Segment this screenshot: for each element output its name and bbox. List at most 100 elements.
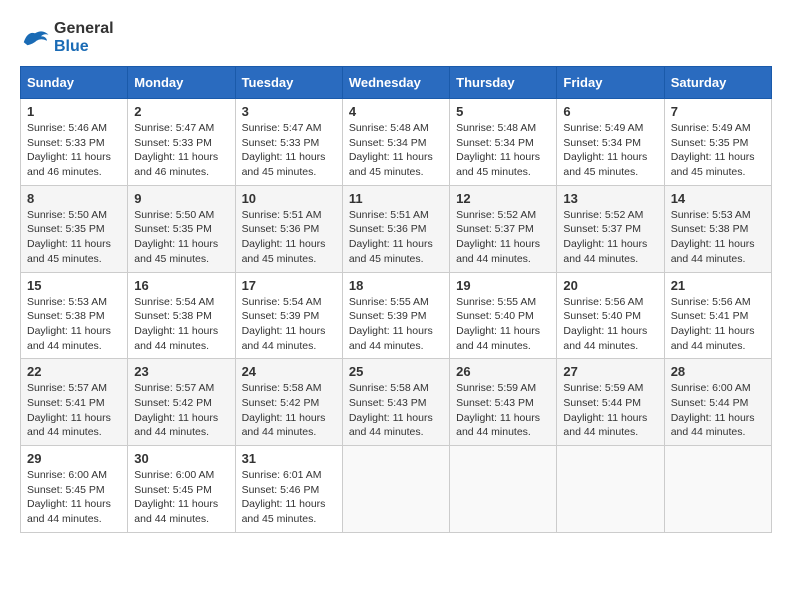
day-info: Sunrise: 5:52 AM Sunset: 5:37 PM Dayligh… — [456, 208, 550, 267]
column-header-wednesday: Wednesday — [342, 67, 449, 99]
calendar-cell: 18Sunrise: 5:55 AM Sunset: 5:39 PM Dayli… — [342, 272, 449, 359]
calendar-cell: 2Sunrise: 5:47 AM Sunset: 5:33 PM Daylig… — [128, 99, 235, 186]
day-number: 7 — [671, 104, 765, 119]
day-number: 20 — [563, 278, 657, 293]
calendar-cell: 3 Sunrise: 5:47 AM Sunset: 5:33 PM Daylig… — [235, 99, 342, 186]
day-number: 29 — [27, 451, 121, 466]
calendar-cell: 31 Sunrise: 6:01 AM Sunset: 5:46 PM Dayli… — [235, 446, 342, 533]
day-number: 13 — [563, 191, 657, 206]
day-info: Sunrise: 5:49 AM Sunset: 5:34 PM Dayligh… — [563, 121, 657, 180]
calendar-week-row: 1 Sunrise: 5:46 AM Sunset: 5:33 PM Daylig… — [21, 99, 772, 186]
logo-text: General Blue — [54, 20, 114, 56]
calendar-cell: 8 Sunrise: 5:50 AM Sunset: 5:35 PM Daylig… — [21, 185, 128, 272]
day-number: 17 — [242, 278, 336, 293]
day-info: Sunrise: 5:53 AM Sunset: 5:38 PM Dayligh… — [27, 295, 121, 354]
day-info: Sunrise: 5:48 AM Sunset: 5:34 PM Dayligh… — [456, 121, 550, 180]
day-number: 18 — [349, 278, 443, 293]
day-info: Sunrise: 5:46 AM Sunset: 5:33 PM Dayligh… — [27, 121, 121, 180]
day-number: 15 — [27, 278, 121, 293]
day-number: 25 — [349, 364, 443, 379]
day-info: Sunrise: 5:54 AM Sunset: 5:38 PM Dayligh… — [134, 295, 228, 354]
calendar-cell: 14 Sunrise: 5:53 AM Sunset: 5:38 PM Dayli… — [664, 185, 771, 272]
calendar-week-row: 29 Sunrise: 6:00 AM Sunset: 5:45 PM Dayli… — [21, 446, 772, 533]
day-info: Sunrise: 5:54 AM Sunset: 5:39 PM Dayligh… — [242, 295, 336, 354]
calendar-cell: 26 Sunrise: 5:59 AM Sunset: 5:43 PM Dayli… — [450, 359, 557, 446]
calendar-cell: 25 Sunrise: 5:58 AM Sunset: 5:43 PM Dayli… — [342, 359, 449, 446]
calendar-cell: 22 Sunrise: 5:57 AM Sunset: 5:41 PM Dayli… — [21, 359, 128, 446]
day-info: Sunrise: 5:57 AM Sunset: 5:41 PM Dayligh… — [27, 381, 121, 440]
day-info: Sunrise: 5:59 AM Sunset: 5:43 PM Dayligh… — [456, 381, 550, 440]
calendar-cell: 9 Sunrise: 5:50 AM Sunset: 5:35 PM Daylig… — [128, 185, 235, 272]
day-number: 22 — [27, 364, 121, 379]
day-number: 24 — [242, 364, 336, 379]
day-info: Sunrise: 6:00 AM Sunset: 5:45 PM Dayligh… — [134, 468, 228, 527]
day-number: 23 — [134, 364, 228, 379]
calendar-cell: 1 Sunrise: 5:46 AM Sunset: 5:33 PM Daylig… — [21, 99, 128, 186]
column-header-sunday: Sunday — [21, 67, 128, 99]
calendar-cell: 28Sunrise: 6:00 AM Sunset: 5:44 PM Dayli… — [664, 359, 771, 446]
calendar-cell: 6 Sunrise: 5:49 AM Sunset: 5:34 PM Daylig… — [557, 99, 664, 186]
calendar-cell — [342, 446, 449, 533]
day-info: Sunrise: 5:51 AM Sunset: 5:36 PM Dayligh… — [349, 208, 443, 267]
day-number: 14 — [671, 191, 765, 206]
day-info: Sunrise: 5:51 AM Sunset: 5:36 PM Dayligh… — [242, 208, 336, 267]
calendar-cell: 24Sunrise: 5:58 AM Sunset: 5:42 PM Dayli… — [235, 359, 342, 446]
day-info: Sunrise: 5:59 AM Sunset: 5:44 PM Dayligh… — [563, 381, 657, 440]
calendar-cell: 15 Sunrise: 5:53 AM Sunset: 5:38 PM Dayli… — [21, 272, 128, 359]
day-number: 1 — [27, 104, 121, 119]
day-info: Sunrise: 5:56 AM Sunset: 5:41 PM Dayligh… — [671, 295, 765, 354]
logo: General Blue — [20, 20, 114, 56]
day-info: Sunrise: 5:58 AM Sunset: 5:43 PM Dayligh… — [349, 381, 443, 440]
column-header-monday: Monday — [128, 67, 235, 99]
day-number: 8 — [27, 191, 121, 206]
day-number: 9 — [134, 191, 228, 206]
day-number: 31 — [242, 451, 336, 466]
day-number: 28 — [671, 364, 765, 379]
day-number: 26 — [456, 364, 550, 379]
day-info: Sunrise: 5:50 AM Sunset: 5:35 PM Dayligh… — [134, 208, 228, 267]
day-info: Sunrise: 6:00 AM Sunset: 5:45 PM Dayligh… — [27, 468, 121, 527]
day-info: Sunrise: 5:50 AM Sunset: 5:35 PM Dayligh… — [27, 208, 121, 267]
column-header-friday: Friday — [557, 67, 664, 99]
day-info: Sunrise: 5:47 AM Sunset: 5:33 PM Dayligh… — [134, 121, 228, 180]
calendar-cell: 27 Sunrise: 5:59 AM Sunset: 5:44 PM Dayli… — [557, 359, 664, 446]
day-number: 6 — [563, 104, 657, 119]
day-info: Sunrise: 5:55 AM Sunset: 5:40 PM Dayligh… — [456, 295, 550, 354]
day-info: Sunrise: 5:52 AM Sunset: 5:37 PM Dayligh… — [563, 208, 657, 267]
day-info: Sunrise: 6:01 AM Sunset: 5:46 PM Dayligh… — [242, 468, 336, 527]
calendar-cell: 12Sunrise: 5:52 AM Sunset: 5:37 PM Dayli… — [450, 185, 557, 272]
day-number: 5 — [456, 104, 550, 119]
column-header-tuesday: Tuesday — [235, 67, 342, 99]
calendar-cell — [450, 446, 557, 533]
calendar-cell: 5 Sunrise: 5:48 AM Sunset: 5:34 PM Daylig… — [450, 99, 557, 186]
day-number: 11 — [349, 191, 443, 206]
page-header: General Blue — [20, 20, 772, 56]
calendar-cell: 19 Sunrise: 5:55 AM Sunset: 5:40 PM Dayli… — [450, 272, 557, 359]
day-number: 3 — [242, 104, 336, 119]
day-number: 27 — [563, 364, 657, 379]
calendar-header-row: SundayMondayTuesdayWednesdayThursdayFrid… — [21, 67, 772, 99]
calendar-cell — [664, 446, 771, 533]
day-number: 19 — [456, 278, 550, 293]
calendar-cell: 11 Sunrise: 5:51 AM Sunset: 5:36 PM Dayli… — [342, 185, 449, 272]
day-number: 30 — [134, 451, 228, 466]
day-info: Sunrise: 5:56 AM Sunset: 5:40 PM Dayligh… — [563, 295, 657, 354]
day-number: 16 — [134, 278, 228, 293]
day-info: Sunrise: 5:49 AM Sunset: 5:35 PM Dayligh… — [671, 121, 765, 180]
calendar-cell: 17 Sunrise: 5:54 AM Sunset: 5:39 PM Dayli… — [235, 272, 342, 359]
day-number: 21 — [671, 278, 765, 293]
column-header-thursday: Thursday — [450, 67, 557, 99]
logo-icon — [20, 26, 50, 51]
calendar-cell: 16 Sunrise: 5:54 AM Sunset: 5:38 PM Dayli… — [128, 272, 235, 359]
day-info: Sunrise: 5:53 AM Sunset: 5:38 PM Dayligh… — [671, 208, 765, 267]
calendar-table: SundayMondayTuesdayWednesdayThursdayFrid… — [20, 66, 772, 533]
calendar-cell: 29 Sunrise: 6:00 AM Sunset: 5:45 PM Dayli… — [21, 446, 128, 533]
calendar-cell: 7 Sunrise: 5:49 AM Sunset: 5:35 PM Daylig… — [664, 99, 771, 186]
calendar-week-row: 22 Sunrise: 5:57 AM Sunset: 5:41 PM Dayli… — [21, 359, 772, 446]
calendar-week-row: 15 Sunrise: 5:53 AM Sunset: 5:38 PM Dayli… — [21, 272, 772, 359]
calendar-cell: 20 Sunrise: 5:56 AM Sunset: 5:40 PM Dayli… — [557, 272, 664, 359]
day-info: Sunrise: 5:47 AM Sunset: 5:33 PM Dayligh… — [242, 121, 336, 180]
calendar-cell: 13 Sunrise: 5:52 AM Sunset: 5:37 PM Dayli… — [557, 185, 664, 272]
day-info: Sunrise: 5:57 AM Sunset: 5:42 PM Dayligh… — [134, 381, 228, 440]
calendar-cell — [557, 446, 664, 533]
